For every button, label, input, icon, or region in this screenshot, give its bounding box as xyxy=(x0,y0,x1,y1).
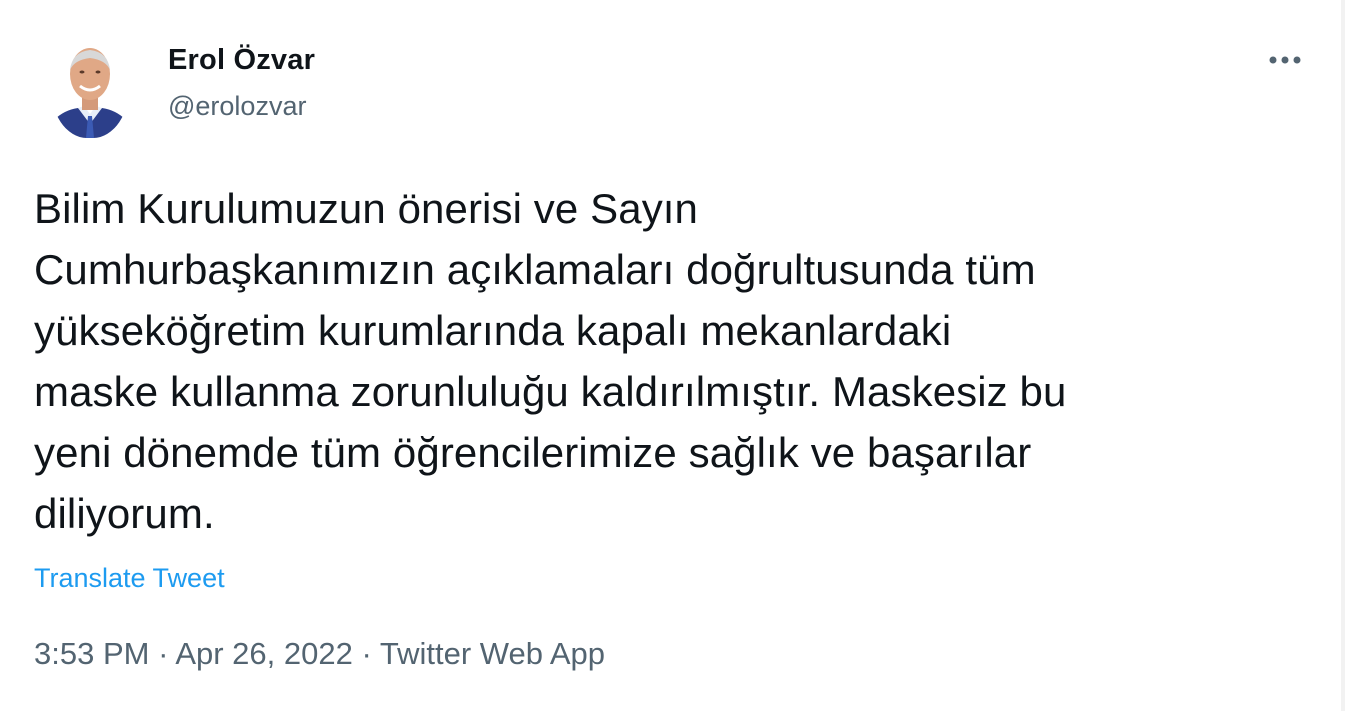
more-options-button[interactable] xyxy=(1262,44,1308,76)
author-handle[interactable]: @erolozvar xyxy=(168,86,306,126)
meta-separator: · xyxy=(361,636,380,671)
scrollbar-track[interactable] xyxy=(1341,0,1345,711)
tweet-source[interactable]: Twitter Web App xyxy=(380,636,605,671)
tweet-time[interactable]: 3:53 PM xyxy=(34,636,149,671)
tweet-text: Bilim Kurulumuzun önerisi ve Sayın Cumhu… xyxy=(34,185,1067,537)
avatar-photo xyxy=(50,48,130,138)
author-display-name[interactable]: Erol Özvar xyxy=(168,40,315,80)
tweet-metadata: 3:53 PM · Apr 26, 2022 · Twitter Web App xyxy=(34,634,605,674)
meta-separator: · xyxy=(158,636,176,671)
translate-tweet-link[interactable]: Translate Tweet xyxy=(34,560,225,596)
more-horizontal-icon xyxy=(1269,56,1301,64)
avatar[interactable] xyxy=(50,40,130,138)
tweet-date[interactable]: Apr 26, 2022 xyxy=(175,636,353,671)
